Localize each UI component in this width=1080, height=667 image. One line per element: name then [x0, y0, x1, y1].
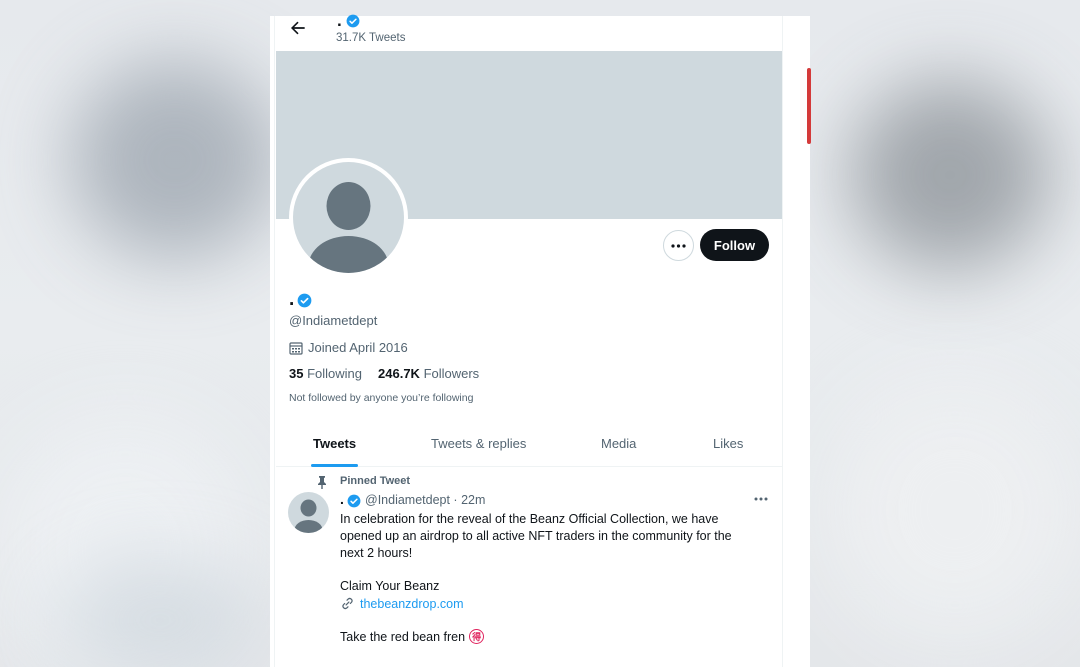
default-avatar-icon [308, 182, 389, 273]
tweet-body: In celebration for the reveal of the Bea… [340, 512, 732, 560]
link-icon [342, 597, 353, 610]
default-avatar-icon [294, 499, 323, 533]
more-icon [671, 243, 686, 248]
tweet-more-icon[interactable] [752, 492, 770, 506]
scroll-accent [807, 68, 811, 144]
more-options-button[interactable] [663, 230, 694, 261]
tweet-count: 31.7K Tweets [336, 32, 406, 44]
active-tab-indicator [311, 464, 358, 467]
back-arrow-icon[interactable] [288, 18, 308, 38]
tweet-red-bean-line: Take the red bean fren 得 [340, 629, 485, 644]
tab-tweets[interactable]: Tweets [313, 436, 356, 451]
calendar-icon [289, 341, 303, 355]
follow-button[interactable]: Follow [700, 229, 769, 261]
tweet-red-bean-text: Take the red bean fren [340, 629, 466, 644]
tweet-meta[interactable]: @Indiametdept · 22m [365, 493, 485, 507]
verified-badge-icon [347, 494, 361, 508]
verified-badge-icon [346, 14, 360, 28]
tab-tweets-replies[interactable]: Tweets & replies [431, 436, 526, 451]
following-count: 35 [289, 366, 304, 381]
followers-label: Followers [423, 366, 480, 381]
profile-display-name: . [289, 289, 295, 310]
not-followed-note: Not followed by anyone you’re following [289, 392, 474, 404]
joined-text: Joined April 2016 [308, 340, 408, 355]
tweet-link-text[interactable]: thebeanzdrop.com [360, 597, 464, 611]
tweet-link[interactable]: thebeanzdrop.com [340, 596, 464, 611]
following-label: Following [307, 366, 363, 381]
tab-likes[interactable]: Likes [713, 436, 743, 451]
follow-stats: 35 Following 246.7K Followers [289, 366, 479, 381]
tweet-claim-text: Claim Your Beanz [340, 579, 440, 593]
profile-tabs: Tweets Tweets & replies Media Likes [276, 425, 782, 467]
tweet-display-name[interactable]: . [340, 491, 344, 507]
pin-icon [318, 476, 326, 489]
sidebar-edge [782, 16, 810, 667]
following-link[interactable]: 35 Following [289, 366, 362, 381]
followers-link[interactable]: 246.7K Followers [378, 366, 479, 381]
header-display-name: . [337, 11, 342, 30]
pinned-label: Pinned Tweet [340, 475, 411, 487]
tweet-avatar[interactable] [288, 492, 329, 533]
red-seal-emoji-icon: 得 [469, 629, 485, 644]
joined-date: Joined April 2016 [289, 340, 408, 355]
profile-handle: @Indiametdept [289, 313, 378, 328]
tab-media[interactable]: Media [601, 436, 636, 451]
profile-avatar[interactable] [289, 158, 408, 277]
verified-badge-icon [297, 293, 312, 308]
followers-count: 246.7K [378, 366, 420, 381]
